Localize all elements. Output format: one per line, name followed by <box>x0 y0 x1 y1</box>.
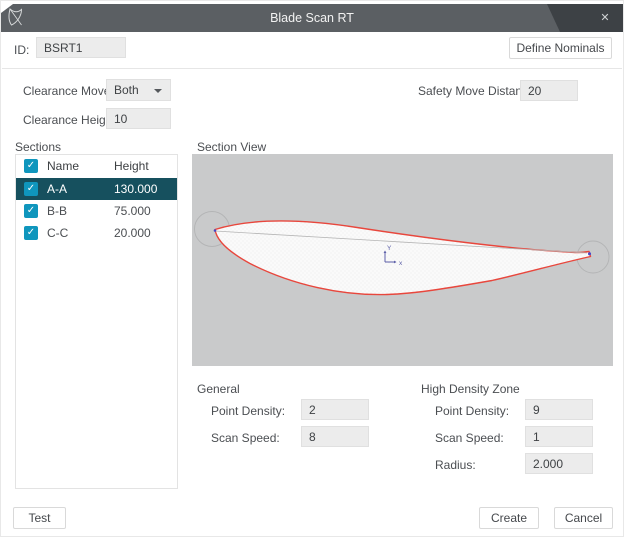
id-input[interactable] <box>36 37 126 58</box>
section-height: 20.000 <box>114 222 151 244</box>
id-label: ID: <box>14 43 29 57</box>
window-title: Blade Scan RT <box>1 4 623 32</box>
sections-header-row: ✓ Name Height <box>16 155 177 178</box>
clearance-height-input[interactable] <box>106 108 171 129</box>
airfoil-outline <box>215 221 591 295</box>
blade-logo-icon <box>5 6 29 30</box>
section-row-a-a[interactable]: ✓ A-A 130.000 <box>16 178 177 200</box>
section-view-canvas[interactable]: Y x <box>192 154 613 366</box>
create-button[interactable]: Create <box>479 507 539 529</box>
general-group-label: General <box>197 382 240 396</box>
airfoil-section-graphic: Y x <box>192 154 613 366</box>
clearance-move-label: Clearance Move: <box>23 84 114 98</box>
select-all-checkbox[interactable]: ✓ <box>24 159 38 173</box>
blade-scan-dialog: Blade Scan RT ✕ ID: Define Nominals Clea… <box>0 0 624 537</box>
hdz-point-density-input[interactable] <box>525 399 593 420</box>
axis-y-label: Y <box>387 245 392 252</box>
sections-label: Sections <box>15 140 61 154</box>
section-name: A-A <box>47 178 67 200</box>
section-checkbox[interactable]: ✓ <box>24 182 38 196</box>
section-row-b-b[interactable]: ✓ B-B 75.000 <box>16 200 177 222</box>
section-checkbox[interactable]: ✓ <box>24 226 38 240</box>
trailing-edge-point <box>588 252 591 255</box>
test-button[interactable]: Test <box>13 507 66 529</box>
column-header-name[interactable]: Name <box>47 155 79 178</box>
section-name: C-C <box>47 222 68 244</box>
high-density-group-label: High Density Zone <box>421 382 520 396</box>
hdz-scan-speed-input[interactable] <box>525 426 593 447</box>
define-nominals-button[interactable]: Define Nominals <box>509 37 612 59</box>
clearance-height-label: Clearance Height: <box>23 113 119 127</box>
section-name: B-B <box>47 200 67 222</box>
general-scan-speed-label: Scan Speed: <box>211 431 280 445</box>
section-row-c-c[interactable]: ✓ C-C 20.000 <box>16 222 177 244</box>
header-separator <box>2 68 622 69</box>
clearance-move-value: Both <box>114 83 139 97</box>
safety-move-distance-input[interactable] <box>520 80 578 101</box>
close-icon[interactable]: ✕ <box>594 4 616 32</box>
hdz-scan-speed-label: Scan Speed: <box>435 431 504 445</box>
chevron-down-icon <box>154 89 162 93</box>
section-height: 75.000 <box>114 200 151 222</box>
leading-edge-point <box>214 229 217 232</box>
section-checkbox[interactable]: ✓ <box>24 204 38 218</box>
general-point-density-input[interactable] <box>301 399 369 420</box>
general-scan-speed-input[interactable] <box>301 426 369 447</box>
section-view-label: Section View <box>197 140 266 154</box>
hdz-point-density-label: Point Density: <box>435 404 509 418</box>
title-bar: Blade Scan RT ✕ <box>1 4 623 32</box>
clearance-move-select[interactable]: Both <box>106 79 171 101</box>
column-header-height[interactable]: Height <box>114 155 149 178</box>
cancel-button[interactable]: Cancel <box>554 507 613 529</box>
hdz-radius-input[interactable] <box>525 453 593 474</box>
hdz-radius-label: Radius: <box>435 458 476 472</box>
general-point-density-label: Point Density: <box>211 404 285 418</box>
sections-list: ✓ Name Height ✓ A-A 130.000 ✓ B-B 75.000… <box>15 154 178 489</box>
section-height: 130.000 <box>114 178 157 200</box>
